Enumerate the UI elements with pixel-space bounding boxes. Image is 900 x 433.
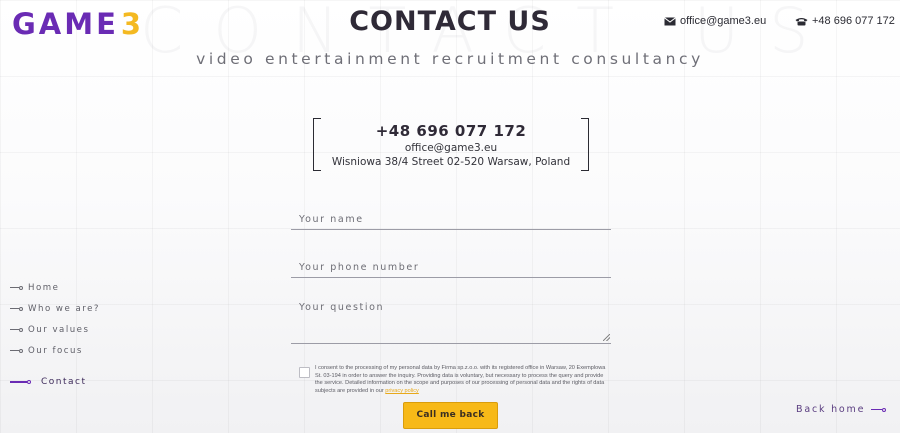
nav-item-who-we-are[interactable]: Who we are? (10, 298, 100, 319)
nav-item-our-focus[interactable]: Our focus (10, 340, 100, 361)
back-home-label: Back home (796, 404, 866, 415)
back-home-link[interactable]: Back home (796, 404, 887, 415)
nav-active-pin-icon (10, 380, 31, 384)
nav-pin-icon (10, 327, 23, 332)
nav-item-label: Our values (28, 324, 90, 335)
name-input[interactable] (291, 214, 611, 225)
contact-card: +48 696 077 172 office@game3.eu Wisniowa… (313, 118, 589, 171)
arrow-right-icon (871, 407, 887, 412)
nav-active-label: Contact (41, 377, 87, 387)
logo-wordmark: GAME (12, 7, 119, 41)
nav-pin-icon (10, 348, 23, 353)
envelope-icon (664, 16, 676, 25)
nav-item-label: Who we are? (28, 303, 100, 314)
call-me-back-button[interactable]: Call me back (403, 402, 498, 429)
page-subtitle: video entertainment recruitment consulta… (196, 50, 704, 68)
nav-pin-icon (10, 285, 23, 290)
nav-item-home[interactable]: Home (10, 277, 100, 298)
header-email-text: office@game3.eu (680, 15, 767, 27)
phone-input[interactable] (291, 262, 611, 273)
consent-row: I consent to the processing of my person… (299, 365, 611, 395)
name-field (291, 207, 611, 230)
card-address: Wisniowa 38/4 Street 02-520 Warsaw, Pola… (331, 156, 571, 168)
nav-item-contact[interactable]: Contact (10, 377, 87, 387)
phone-field (291, 255, 611, 278)
header-email-link[interactable]: office@game3.eu (664, 15, 766, 27)
card-phone[interactable]: +48 696 077 172 (313, 121, 589, 141)
nav-item-our-values[interactable]: Our values (10, 319, 100, 340)
card-bracket-left (313, 118, 321, 171)
page-title: CONTACT US (349, 6, 551, 37)
logo-number: 3 (120, 7, 142, 41)
card-email[interactable]: office@game3.eu (313, 141, 589, 155)
privacy-policy-link[interactable]: privacy policy (385, 388, 419, 394)
card-bracket-right (581, 118, 589, 171)
phone-icon (795, 17, 808, 25)
nav-item-label: Our focus (28, 345, 83, 356)
consent-text: I consent to the processing of my person… (315, 365, 611, 395)
header-phone-link[interactable]: +48 696 077 172 (795, 15, 895, 27)
nav-pin-icon (10, 306, 23, 311)
textarea-resize-handle[interactable] (603, 334, 610, 341)
consent-checkbox[interactable] (299, 367, 310, 378)
header-phone-text: +48 696 077 172 (812, 15, 895, 27)
side-nav: Home Who we are? Our values Our focus (10, 277, 100, 361)
question-field (291, 302, 611, 344)
logo[interactable]: GAME 3 (12, 9, 141, 39)
nav-item-label: Home (28, 282, 60, 293)
consent-body: I consent to the processing of my person… (315, 365, 606, 394)
question-textarea[interactable] (291, 302, 611, 344)
